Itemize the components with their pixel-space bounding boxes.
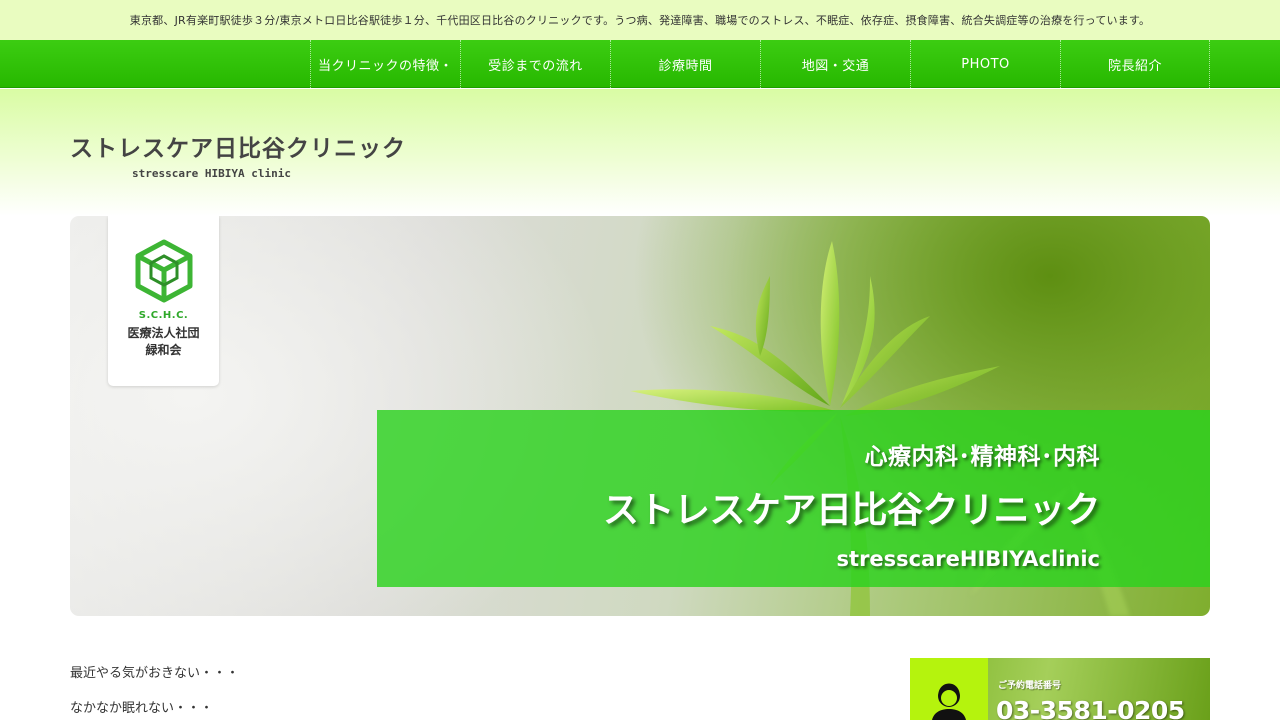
hero-clinic-roman: stresscareHIBIYAclinic: [836, 547, 1100, 571]
cube-logo-icon: [135, 239, 192, 303]
intro-line-1: 最近やる気がおきない・・・: [70, 666, 240, 681]
access-description: 東京都、JR有楽町駅徒歩３分/東京メトロ日比谷駅徒歩１分、千代田区日比谷のクリニ…: [129, 14, 1151, 27]
logo-subtitle: stresscare HIBIYA clinic: [132, 167, 291, 180]
hero-banner: S.C.H.C. 医療法人社団 緑和会 心療内科･精神科･内科 ストレスケア日比…: [70, 216, 1210, 616]
main-navigation: 当クリニックの特徴・ 受診までの流れ 診療時間 地図・交通 PHOTO 院長紹介: [0, 40, 1280, 88]
receptionist-icon: [932, 683, 966, 720]
org-abbreviation: S.C.H.C.: [138, 310, 189, 321]
phone-number: 03-3581-0205: [996, 696, 1185, 720]
site-header: ストレスケア日比谷クリニック stresscare HIBIYA clinic: [0, 89, 1280, 216]
hero-departments: 心療内科･精神科･内科: [864, 444, 1100, 470]
org-name-line2: 緑和会: [145, 343, 182, 357]
intro-text: 最近やる気がおきない・・・ なかなか眠れない・・・: [70, 664, 770, 720]
org-name: 医療法人社団 緑和会: [108, 325, 219, 359]
org-name-line1: 医療法人社団: [127, 326, 200, 340]
intro-line-2: なかなか眠れない・・・: [70, 701, 214, 716]
hero-title-panel: 心療内科･精神科･内科 ストレスケア日比谷クリニック stresscareHIB…: [377, 410, 1210, 587]
nav-item-director[interactable]: 院長紹介: [1060, 40, 1210, 88]
site-logo[interactable]: ストレスケア日比谷クリニック stresscare HIBIYA clinic: [70, 129, 406, 180]
nav-item-consultation-flow[interactable]: 受診までの流れ: [460, 40, 610, 88]
hero-clinic-name: ストレスケア日比谷クリニック: [602, 490, 1101, 531]
nav-item-access[interactable]: 地図・交通: [760, 40, 910, 88]
nav-item-hours[interactable]: 診療時間: [610, 40, 760, 88]
phone-icon-area: [910, 658, 988, 720]
nav-item-features[interactable]: 当クリニックの特徴・: [310, 40, 460, 88]
phone-label: ご予約電話番号: [998, 681, 1062, 691]
nav-item-photo[interactable]: PHOTO: [910, 40, 1060, 88]
top-info-bar: 東京都、JR有楽町駅徒歩３分/東京メトロ日比谷駅徒歩１分、千代田区日比谷のクリニ…: [0, 0, 1280, 40]
organization-badge: S.C.H.C. 医療法人社団 緑和会: [108, 216, 219, 386]
nav-list: 当クリニックの特徴・ 受診までの流れ 診療時間 地図・交通 PHOTO 院長紹介: [310, 40, 1210, 88]
reservation-phone-box[interactable]: ご予約電話番号 03-3581-0205: [910, 658, 1210, 720]
logo-title: ストレスケア日比谷クリニック: [70, 136, 406, 162]
